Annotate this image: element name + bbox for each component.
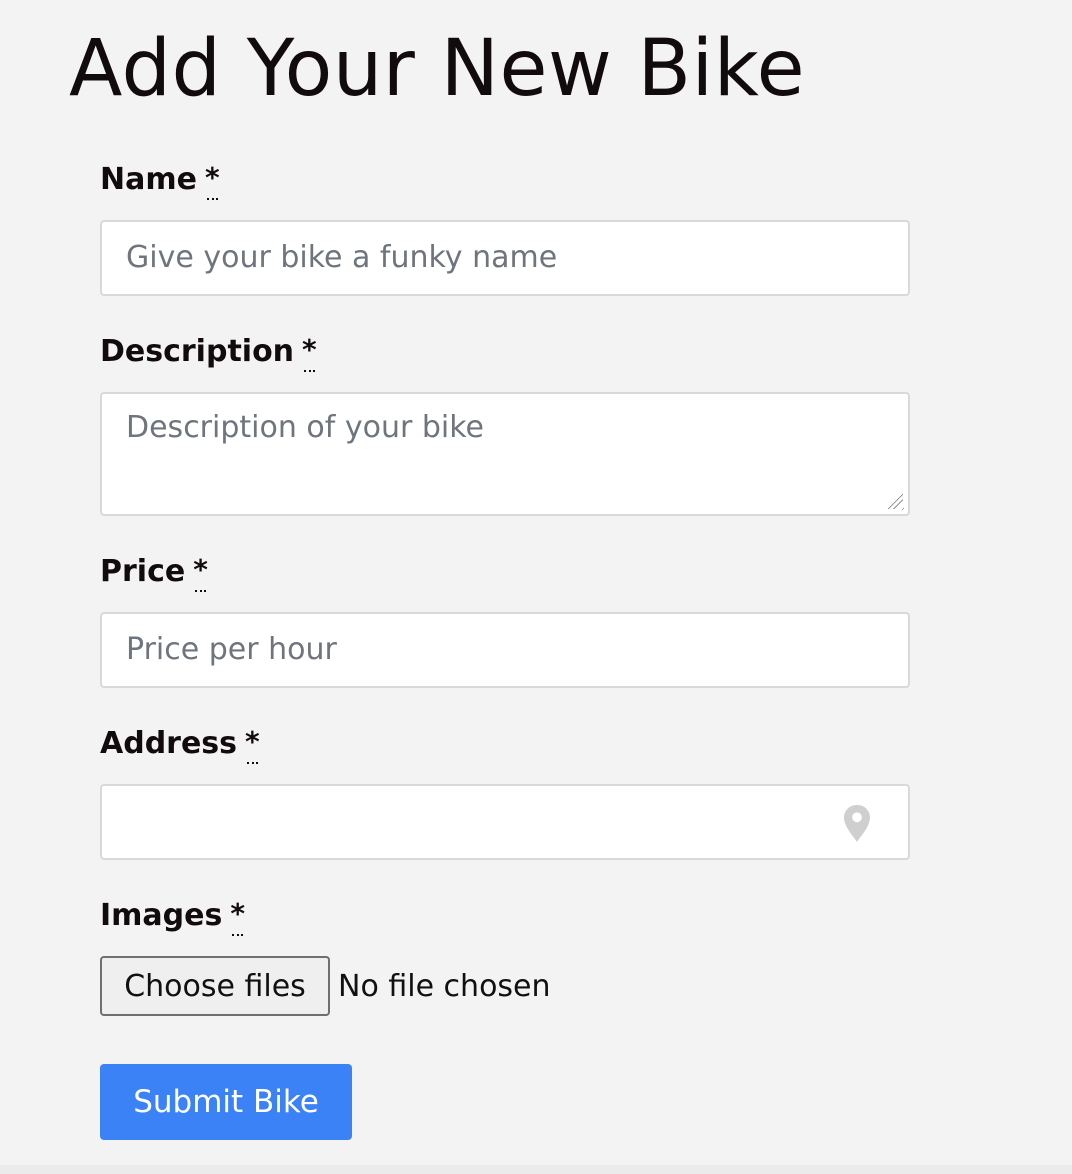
name-label-text: Name bbox=[100, 162, 197, 197]
submit-bike-button[interactable]: Submit Bike bbox=[100, 1064, 352, 1140]
image-file-picker: Choose files No file chosen bbox=[100, 956, 551, 1016]
file-status-text: No file chosen bbox=[338, 968, 551, 1004]
name-required-marker: * bbox=[204, 161, 220, 200]
location-pin-icon bbox=[844, 805, 870, 842]
price-required-marker: * bbox=[193, 553, 208, 592]
price-label: Price * bbox=[100, 553, 208, 592]
description-required-marker: * bbox=[302, 333, 317, 372]
images-label-text: Images bbox=[100, 898, 223, 933]
name-placeholder: Give your bike a funky name bbox=[126, 240, 558, 275]
price-input[interactable]: Price per hour bbox=[100, 612, 910, 688]
name-label: Name * bbox=[100, 161, 220, 200]
choose-files-button[interactable]: Choose files bbox=[100, 956, 330, 1016]
description-textarea[interactable]: Description of your bike bbox=[100, 392, 910, 516]
description-label: Description * bbox=[100, 333, 317, 372]
resize-handle-icon[interactable] bbox=[888, 494, 904, 510]
images-label: Images * bbox=[100, 897, 245, 936]
price-label-text: Price bbox=[100, 554, 186, 589]
images-required-marker: * bbox=[230, 897, 245, 936]
address-label-text: Address bbox=[100, 726, 238, 761]
price-placeholder: Price per hour bbox=[126, 632, 337, 667]
description-placeholder: Description of your bike bbox=[126, 410, 484, 445]
address-required-marker: * bbox=[245, 725, 260, 764]
bottom-divider bbox=[0, 1165, 1072, 1174]
add-bike-page: Add Your New Bike Name * Give your bike a… bbox=[0, 0, 1072, 1174]
page-title: Add Your New Bike bbox=[69, 24, 806, 114]
address-label: Address * bbox=[100, 725, 260, 764]
address-input[interactable] bbox=[100, 784, 910, 860]
description-label-text: Description bbox=[100, 334, 295, 369]
name-input[interactable]: Give your bike a funky name bbox=[100, 220, 910, 296]
